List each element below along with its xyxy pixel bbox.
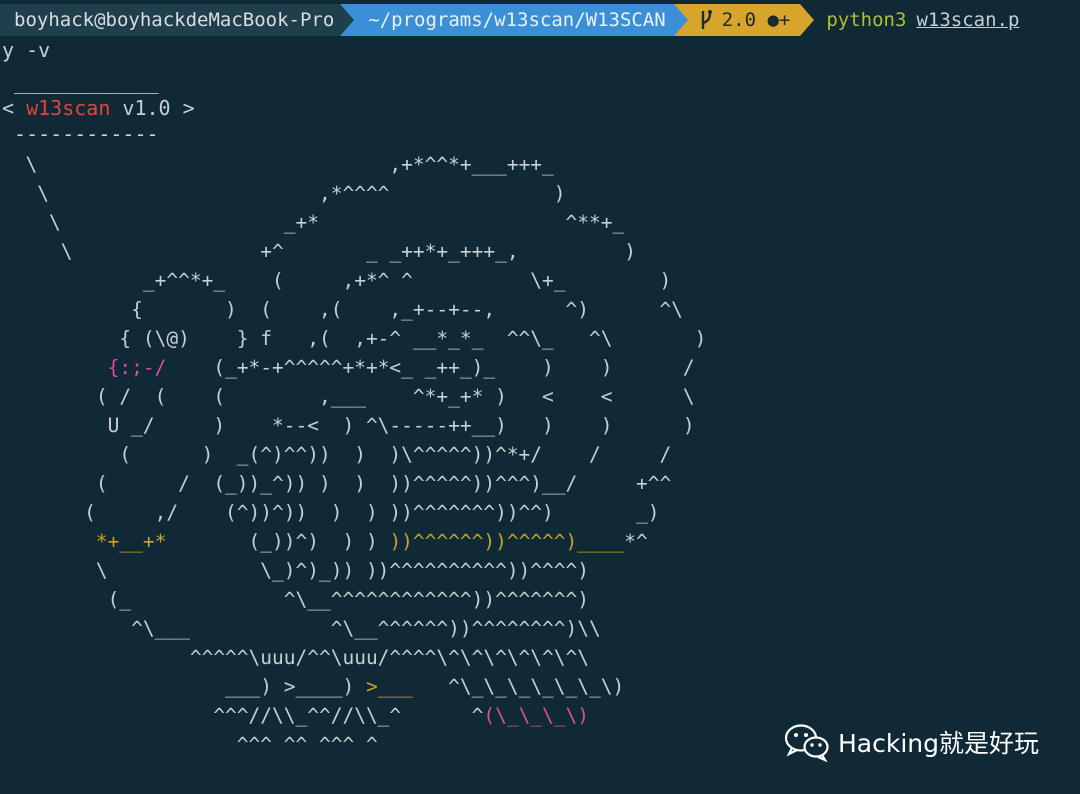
git-branch-icon xyxy=(701,10,712,29)
prompt-separator xyxy=(673,4,688,36)
banner-title: < w13scan v1.0 > xyxy=(2,94,195,123)
ascii-art-line: \ ,+*^^*+___+++_ xyxy=(25,153,554,176)
ascii-art-line: \ \_)^)_)) ))^^^^^^^^^^))^^^^) xyxy=(95,559,589,582)
git-status-text: 2.0 ●+ xyxy=(721,9,791,31)
ascii-art-line: (_ ^\__^^^^^^^^^^^^))^^^^^^^) xyxy=(107,588,589,611)
ascii-art-line: \ +^ _ _++*+_+++_, ) xyxy=(60,240,636,263)
prompt-separator xyxy=(340,4,355,36)
ascii-art-line: ___) >____) >___ ^\_\_\_\_\_\_\) xyxy=(2,675,625,698)
prompt-user-host: boyhack@boyhackdeMacBook-Pro xyxy=(0,4,341,36)
ascii-art-line: ( ) _(^)^^)) ) )\^^^^^))^*+/ / / xyxy=(119,443,672,466)
ascii-art-line: ( / ( ( ,___ ^*+_+* ) < < \ xyxy=(95,385,695,408)
watermark-text: Hacking就是好玩 xyxy=(838,729,1040,758)
ascii-art-line: ( / (_))_^)) ) ) ))^^^^^))^^^)__/ +^^ xyxy=(95,472,672,495)
ascii-art-line: \ _+* ^**+_ xyxy=(48,211,625,234)
banner-rule-bottom: ------------ xyxy=(2,122,159,146)
banner-tool-name: w13scan xyxy=(26,96,111,120)
watermark: Hacking就是好玩 xyxy=(784,722,1039,762)
banner-open: < xyxy=(2,96,27,120)
command-continuation: y -v xyxy=(2,38,51,62)
ascii-art-line: \ ,*^^^^ ) xyxy=(37,182,566,205)
prompt-path: ~/programs/w13scan/W13SCAN xyxy=(354,4,674,36)
prompt-git-status: 2.0 ●+ xyxy=(687,4,801,36)
ascii-art-line: {:;-/ (_+*-+^^^^^+*+*<_ _++_)_ ) ) / xyxy=(107,356,695,379)
banner-version: v1.0 > xyxy=(110,96,195,120)
ascii-art-line: ( ,/ (^))^)) ) ) ))^^^^^^^))^^) _) xyxy=(84,501,660,524)
ascii-art-line: ^^^ ^^ ^^^ ^ xyxy=(236,733,378,756)
banner-rule-top: ____________ xyxy=(2,70,159,94)
prompt-separator xyxy=(800,4,815,36)
ascii-art-line: _+^^*+_ ( ,+*^ ^ \+_ ) xyxy=(142,269,672,292)
terminal-window[interactable]: boyhack@boyhackdeMacBook-Pro ~/programs/… xyxy=(0,0,1080,794)
wechat-icon xyxy=(784,724,829,762)
ascii-art-line: ^\___ ^\__^^^^^^))^^^^^^^^)\\ xyxy=(131,617,601,640)
ascii-art-banner: \ ,+*^^*+___+++_ \ ,*^^^^ ) \ _+* ^**+_ … xyxy=(2,150,706,759)
ascii-art-line: { ) ( ,( ,_+--+--, ^) ^\ xyxy=(131,298,683,321)
ascii-art-line: U _/ ) *--< ) ^\-----++__) ) ) ) xyxy=(107,414,695,437)
command-name: python3 xyxy=(826,9,907,31)
ascii-art-line: { (\@) } f ,( ,+-^ __*_*_ ^^\_ ^\ ) xyxy=(119,327,707,350)
shell-prompt: boyhack@boyhackdeMacBook-Pro ~/programs/… xyxy=(0,4,1080,36)
ascii-art-line: ^^^^^\uuu/^^\uuu/^^^^\^\^\^\^\^\^\ xyxy=(189,646,589,669)
ascii-art-line: ^^^//\\_^^//\\_^ ^(\_\_\_\) xyxy=(2,704,590,727)
ascii-art-line: *+__+* (_))^) ) ) ))^^^^^^))^^^^^)____*^ xyxy=(95,530,648,553)
command-argument[interactable]: w13scan.p xyxy=(916,9,1019,31)
